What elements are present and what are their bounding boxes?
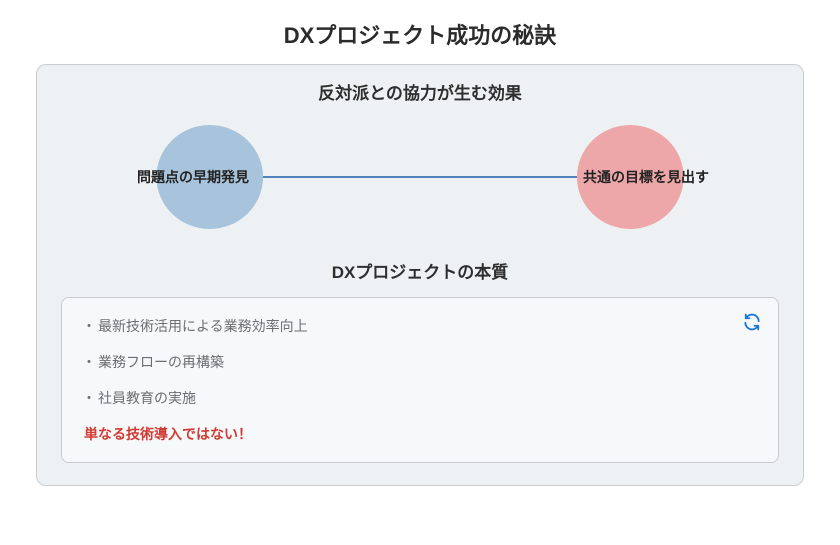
page-title: DXプロジェクト成功の秘訣 [36, 18, 804, 50]
list-item: 社員教育の実施 [84, 388, 756, 408]
page: DXプロジェクト成功の秘訣 反対派との協力が生む効果 問題点の早期発見 共通の目… [0, 0, 840, 545]
essence-emphasis: 単なる技術導入ではない！ [84, 424, 756, 444]
list-item: 最新技術活用による業務効率向上 [84, 316, 756, 336]
list-item: 業務フローの再構築 [84, 352, 756, 372]
main-panel: 反対派との協力が生む効果 問題点の早期発見 共通の目標を見出す DXプロジェクト… [36, 64, 804, 486]
essence-box: 最新技術活用による業務効率向上 業務フローの再構築 社員教育の実施 単なる技術導… [61, 297, 779, 463]
venn-scene: 問題点の早期発見 共通の目標を見出す [61, 112, 779, 242]
right-node-label: 共通の目標を見出す [583, 167, 709, 187]
left-node-label: 問題点の早期発見 [137, 167, 249, 187]
effect-heading: 反対派との協力が生む効果 [61, 79, 779, 104]
essence-heading: DXプロジェクトの本質 [61, 258, 779, 283]
essence-points: 最新技術活用による業務効率向上 業務フローの再構築 社員教育の実施 [84, 316, 756, 408]
